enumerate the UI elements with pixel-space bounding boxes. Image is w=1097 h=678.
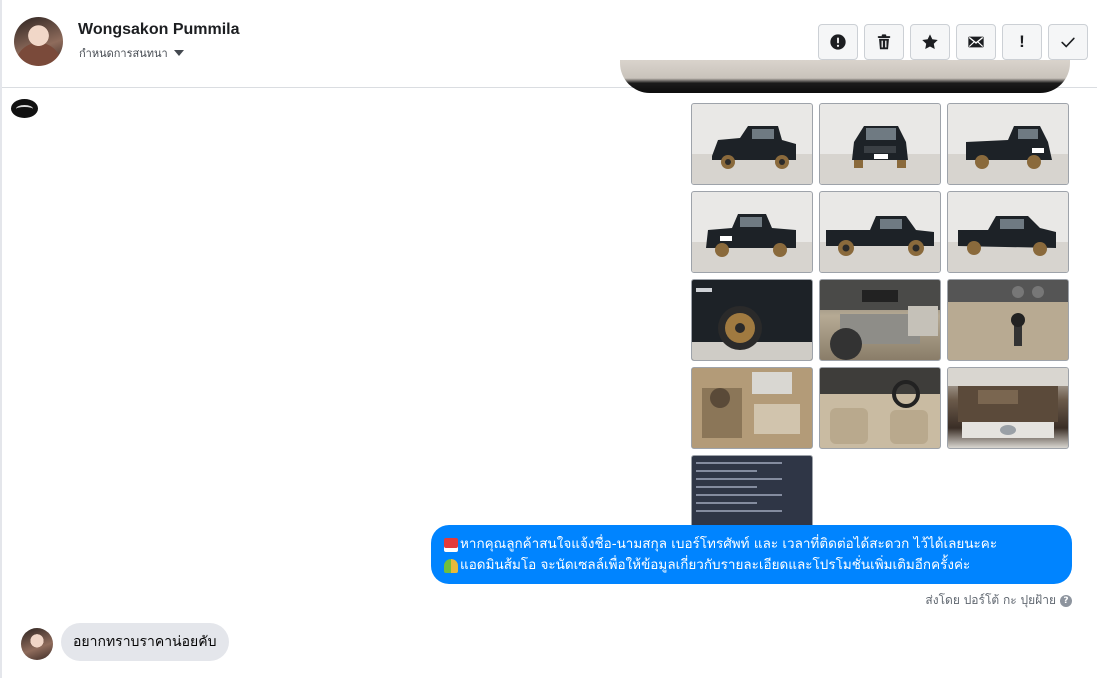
assign-conversation-dropdown[interactable]: กำหนดการสนทนา	[79, 44, 184, 62]
mark-done-button[interactable]	[1048, 24, 1088, 60]
mark-unread-button[interactable]	[956, 24, 996, 60]
truck-photo-icon	[948, 126, 1068, 184]
interior-photo-icon	[820, 368, 940, 448]
contact-avatar[interactable]	[14, 17, 63, 66]
trash-icon	[877, 34, 891, 50]
photo-truck-side[interactable]	[819, 191, 941, 273]
truck-photo-icon	[692, 126, 812, 184]
truck-photo-icon	[948, 216, 1068, 272]
truck-photo-icon	[820, 216, 940, 272]
check-icon	[1061, 37, 1075, 48]
sent-by-text: ส่งโดย ปอร์โต้ กะ ปุยฝ้าย	[925, 593, 1056, 607]
photo-dashboard[interactable]	[819, 279, 941, 361]
photo-wheel-closeup[interactable]	[691, 279, 813, 361]
wheel-photo-icon	[692, 280, 812, 360]
document-photo-icon	[696, 462, 806, 518]
star-button[interactable]	[910, 24, 950, 60]
photo-gear-shift[interactable]	[947, 279, 1069, 361]
photo-truck-front[interactable]	[819, 103, 941, 185]
incoming-message-bubble[interactable]: อยากทราบราคาน่อยคับ	[61, 623, 229, 661]
page-logo-avatar	[11, 99, 38, 118]
photo-truck-front-right[interactable]	[947, 191, 1069, 273]
outgoing-message-bubble[interactable]: หากคุณลูกค้าสนใจแจ้งชื่อ-นามสกุล เบอร์โท…	[431, 525, 1072, 584]
message-text-2: แอดมินส้มโอ จะนัดเซลล์เพื่อให้ข้อมูลเกี่…	[460, 557, 971, 573]
truck-photo-icon	[692, 214, 812, 272]
left-divider	[0, 0, 2, 678]
help-icon[interactable]: ?	[1060, 594, 1072, 607]
sender-avatar[interactable]	[21, 628, 53, 660]
alert-circle-icon	[830, 34, 846, 50]
photo-truck-rear-left[interactable]	[691, 191, 813, 273]
star-icon	[922, 34, 938, 50]
photo-front-cabin[interactable]	[819, 367, 941, 449]
telephone-emoji-icon	[444, 537, 458, 552]
interior-photo-icon	[820, 280, 940, 360]
interior-photo-icon	[948, 280, 1068, 360]
delete-button[interactable]	[864, 24, 904, 60]
contact-name[interactable]: Wongsakon Pummila	[78, 21, 240, 39]
engine-photo-icon	[948, 368, 1068, 438]
mark-spam-button[interactable]	[818, 24, 858, 60]
assign-conversation-label: กำหนดการสนทนา	[79, 47, 168, 60]
photo-truck-rear-right[interactable]	[947, 103, 1069, 185]
conversation-toolbar: !	[818, 24, 1088, 60]
photo-rear-cabin[interactable]	[691, 367, 813, 449]
message-line-2: แอดมินส้มโอ จะนัดเซลล์เพื่อให้ข้อมูลเกี่…	[444, 555, 1060, 576]
photo-attachment-grid	[691, 103, 1071, 537]
exclamation-icon: !	[1019, 32, 1025, 51]
interior-photo-icon	[692, 368, 812, 448]
previous-image-attachment[interactable]	[620, 60, 1070, 93]
truck-photo-icon	[820, 126, 940, 184]
people-emoji-icon	[444, 558, 458, 573]
message-text-1: หากคุณลูกค้าสนใจแจ้งชื่อ-นามสกุล เบอร์โท…	[460, 536, 998, 552]
message-line-1: หากคุณลูกค้าสนใจแจ้งชื่อ-นามสกุล เบอร์โท…	[444, 534, 1060, 555]
sent-by-label: ส่งโดย ปอร์โต้ กะ ปุยฝ้าย ?	[925, 591, 1072, 610]
photo-engine-bay[interactable]	[947, 367, 1069, 449]
envelope-icon	[968, 36, 984, 48]
important-button[interactable]: !	[1002, 24, 1042, 60]
photo-truck-front-left[interactable]	[691, 103, 813, 185]
caret-down-icon	[173, 50, 184, 56]
